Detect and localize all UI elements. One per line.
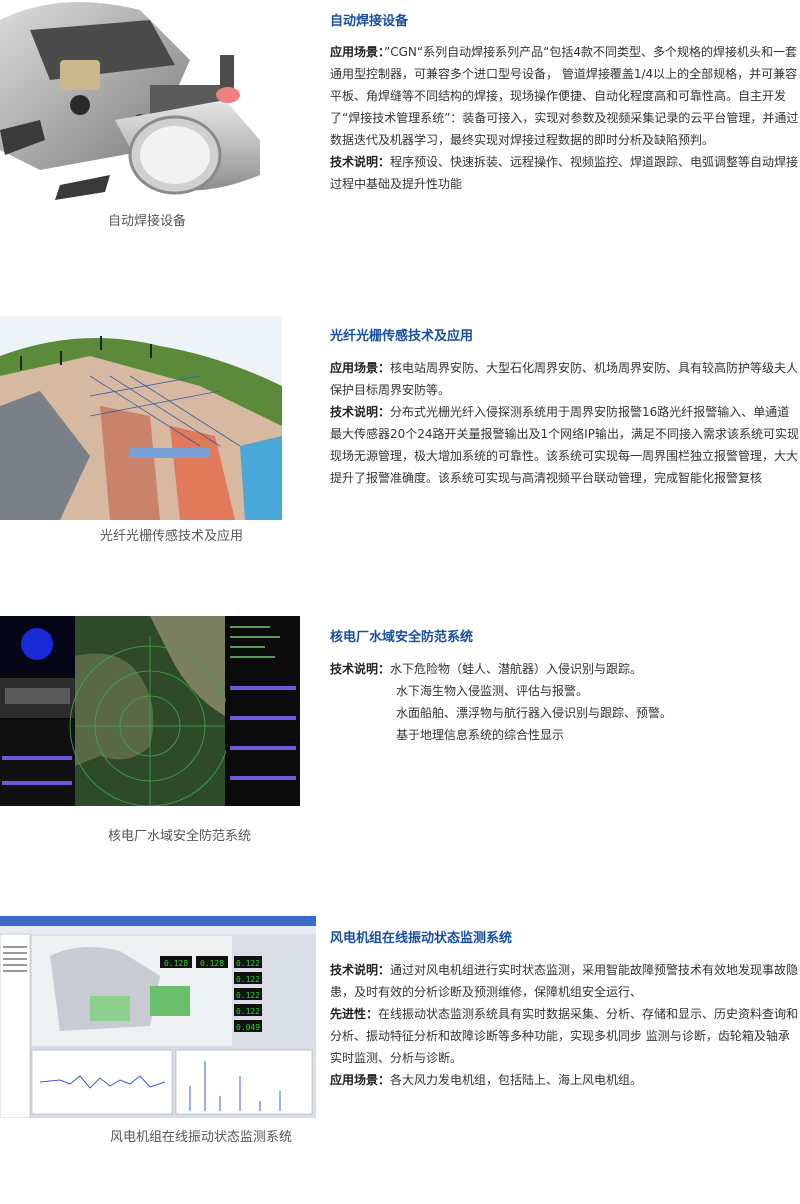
section-welding: 自动焊接设备 自动焊接设备 应用场景：”CGN“系列自动焊接系列产品“包括4款不… — [0, 0, 800, 260]
wind-scenario-label: 应用场景： — [330, 1073, 391, 1087]
section-wind-turbine: 0.128 0.128 0.122 0.122 0.122 0.122 0.04… — [0, 900, 800, 1204]
fiber-scenario-text: 核电站周界安防、大型石化周界安防、机场周界安防、具有较高防护等级夫人保护目标周界… — [330, 361, 799, 397]
fiber-grating-diagram-image — [0, 316, 282, 520]
wind-scenario-text: 各大风力发电机组，包括陆上、海上风电机组。 — [390, 1073, 643, 1087]
fiber-grating-caption: 光纤光栅传感技术及应用 — [100, 529, 244, 544]
wind-tech-label: 技术说明： — [330, 963, 391, 977]
water-tech-line-4: 基于地理信息系统的综合性显示 — [396, 728, 565, 742]
fiber-tech-label: 技术说明： — [330, 405, 391, 419]
reading-7: 0.049 — [236, 1023, 260, 1032]
wind-advantage-text: 在线振动状态监测系统具有实时数据采集、分析、存储和显示、历史资料查询和分析、振动… — [330, 1007, 799, 1065]
fiber-grating-title: 光纤光栅传感技术及应用 — [330, 329, 474, 344]
reading-5: 0.122 — [236, 991, 260, 1000]
water-security-description: 技术说明：水下危险物（蛙人、潜航器）入侵识别与跟踪。 水下海生物入侵监测、评估与… — [330, 658, 800, 746]
wind-turbine-title: 风电机组在线振动状态监测系统 — [330, 931, 513, 946]
wind-turbine-monitor-screenshot: 0.128 0.128 0.122 0.122 0.122 0.122 0.04… — [0, 916, 316, 1118]
reading-3: 0.122 — [236, 959, 260, 968]
welding-equipment-image — [0, 0, 270, 205]
welding-scenario-text: ”CGN“系列自动焊接系列产品“包括4款不同类型、多个规格的焊接机头和一套通用型… — [330, 45, 799, 147]
fiber-tech-text: 分布式光栅光纤入侵探测系统用于周界安防报警16路光纤报警输入、单通道最大传感器2… — [330, 405, 799, 485]
water-tech-line-3: 水面船舶、漂浮物与航行器入侵识别与跟踪、预警。 — [396, 706, 673, 720]
section-fiber-grating: 光纤光栅传感技术及应用 光纤光栅传感技术及应用 应用场景：核电站周界安防、大型石… — [0, 300, 800, 560]
wind-advantage-label: 先进性： — [330, 1007, 379, 1021]
welding-description: 应用场景：”CGN“系列自动焊接系列产品“包括4款不同类型、多个规格的焊接机头和… — [330, 41, 800, 195]
water-tech-line-1: 水下危险物（蛙人、潜航器）入侵识别与跟踪。 — [390, 662, 643, 676]
water-tech-label: 技术说明： — [330, 662, 391, 676]
reading-6: 0.122 — [236, 1007, 260, 1016]
wind-turbine-caption: 风电机组在线振动状态监测系统 — [110, 1130, 293, 1145]
fiber-grating-description: 应用场景：核电站周界安防、大型石化周界安防、机场周界安防、具有较高防护等级夫人保… — [330, 357, 800, 489]
reading-4: 0.122 — [236, 975, 260, 984]
water-security-caption: 核电厂水域安全防范系统 — [108, 829, 252, 844]
wind-turbine-description: 技术说明：通过对风电机组进行实时状态监测，采用智能故障预警技术有效地发现事故隐患… — [330, 959, 800, 1091]
water-tech-line-2: 水下海生物入侵监测、评估与报警。 — [396, 684, 589, 698]
water-security-monitor-image — [0, 616, 300, 806]
reading-2: 0.128 — [200, 959, 224, 968]
welding-tech-label: 技术说明： — [330, 155, 391, 169]
welding-tech-text: 程序预设、快速拆装、远程操作、视频监控、焊道跟踪、电弧调整等自动焊接过程中基础及… — [330, 155, 799, 191]
section-water-security: 核电厂水域安全防范系统 核电厂水域安全防范系统 技术说明：水下危险物（蛙人、潜航… — [0, 600, 800, 860]
reading-1: 0.128 — [164, 959, 188, 968]
water-security-title: 核电厂水域安全防范系统 — [330, 630, 474, 645]
welding-caption: 自动焊接设备 — [108, 214, 187, 229]
welding-scenario-label: 应用场景： — [330, 45, 385, 59]
wind-tech-text: 通过对风电机组进行实时状态监测，采用智能故障预警技术有效地发现事故隐患，及时有效… — [330, 963, 799, 999]
fiber-scenario-label: 应用场景： — [330, 361, 391, 375]
welding-title: 自动焊接设备 — [330, 14, 409, 29]
